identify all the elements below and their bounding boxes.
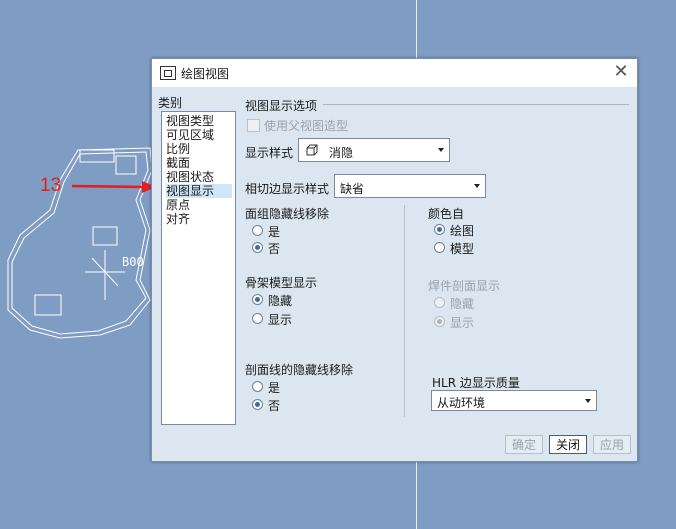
weld-section-label: 焊件剖面显示	[428, 279, 501, 293]
surface-hidden-yes-radio[interactable]	[252, 225, 263, 236]
color-from-model-radio[interactable]	[434, 242, 445, 253]
color-from-drawing-radio[interactable]	[434, 224, 445, 235]
hlr-quality-value: 从动环境	[437, 396, 486, 410]
skeleton-show-radio[interactable]	[252, 313, 263, 324]
use-parent-style-label: 使用父视图造型	[264, 119, 349, 133]
section-hidden-yes-label: 是	[268, 381, 281, 395]
color-from-label: 颜色自	[428, 207, 465, 221]
category-item-view-state[interactable]: 视图状态	[166, 170, 214, 184]
category-item-origin[interactable]: 原点	[166, 198, 190, 212]
annotation-13: 13	[40, 175, 62, 196]
category-item-visible-area[interactable]: 可见区域	[166, 128, 214, 142]
category-list[interactable]: 视图类型 可见区域 比例 截面 视图状态 视图显示 原点 对齐	[161, 111, 236, 425]
section-hidden-no-radio[interactable]	[252, 399, 263, 410]
section-divider	[323, 104, 629, 105]
color-from-model-label: 模型	[450, 242, 475, 256]
dialog-titlebar: 绘图视图 ✕	[152, 59, 637, 87]
hlr-quality-select[interactable]: 从动环境	[431, 390, 597, 411]
annotation-arrow-13	[71, 181, 156, 193]
category-label: 类别	[158, 96, 183, 110]
category-item-alignment[interactable]: 对齐	[166, 212, 190, 226]
display-style-value: 消隐	[329, 146, 354, 160]
skeleton-hide-label: 隐藏	[268, 294, 293, 308]
use-parent-style-checkbox[interactable]	[247, 119, 260, 132]
cube-icon	[306, 144, 318, 156]
chevron-down-icon	[474, 184, 480, 188]
drawing-view-dialog: 绘图视图 ✕ 类别 视图类型 可见区域 比例 截面 视图状态 视图显示 原点 对…	[151, 58, 638, 462]
category-item-section[interactable]: 截面	[166, 156, 190, 170]
skeleton-label: 骨架模型显示	[245, 276, 318, 290]
close-button[interactable]: 关闭	[549, 435, 587, 454]
section-hidden-no-label: 否	[268, 399, 281, 413]
section-hidden-yes-radio[interactable]	[252, 381, 263, 392]
chevron-down-icon	[438, 148, 444, 152]
category-item-view-type[interactable]: 视图类型	[166, 114, 214, 128]
drawing-label: B00	[122, 255, 144, 269]
surface-hidden-no-radio[interactable]	[252, 242, 263, 253]
tangent-edge-label: 相切边显示样式	[245, 182, 330, 196]
weld-section-show-label: 显示	[450, 316, 475, 330]
chevron-down-icon	[585, 399, 591, 403]
skeleton-show-label: 显示	[268, 313, 293, 327]
hlr-quality-label: HLR 边显示质量	[432, 376, 520, 390]
app-icon	[160, 66, 176, 80]
weld-section-show-radio[interactable]	[434, 316, 445, 327]
close-icon[interactable]: ✕	[611, 61, 631, 83]
skeleton-hide-radio[interactable]	[252, 294, 263, 305]
display-style-select[interactable]: 消隐	[298, 138, 450, 162]
dialog-title: 绘图视图	[181, 67, 230, 81]
section-hidden-label: 剖面线的隐藏线移除	[245, 363, 354, 377]
cad-board-drawing: B00	[7, 147, 153, 339]
apply-button[interactable]: 应用	[593, 435, 631, 454]
section-title: 视图显示选项	[245, 99, 318, 113]
column-divider	[404, 205, 405, 417]
weld-section-hide-radio[interactable]	[434, 297, 445, 308]
color-from-drawing-label: 绘图	[450, 224, 475, 238]
tangent-edge-select[interactable]: 缺省	[334, 174, 486, 198]
weld-section-hide-label: 隐藏	[450, 297, 475, 311]
surface-hidden-label: 面组隐藏线移除	[245, 207, 330, 221]
ok-button[interactable]: 确定	[505, 435, 543, 454]
category-item-scale[interactable]: 比例	[166, 142, 190, 156]
tangent-edge-value: 缺省	[340, 182, 365, 196]
surface-hidden-no-label: 否	[268, 242, 281, 256]
surface-hidden-yes-label: 是	[268, 225, 281, 239]
display-style-label: 显示样式	[245, 146, 294, 160]
category-item-view-display[interactable]: 视图显示	[166, 184, 232, 198]
